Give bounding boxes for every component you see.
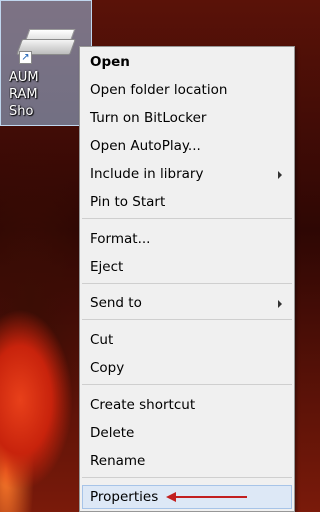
menu-item-create-shortcut[interactable]: Create shortcut	[82, 393, 292, 417]
context-menu: Open Open folder location Turn on BitLoc…	[79, 46, 295, 512]
menu-item-copy[interactable]: Copy	[82, 356, 292, 380]
menu-item-send-to[interactable]: Send to	[82, 291, 292, 315]
menu-separator	[82, 283, 292, 284]
menu-separator	[82, 218, 292, 219]
menu-item-open-folder-location[interactable]: Open folder location	[82, 78, 292, 102]
annotation-arrow-head-icon	[166, 492, 176, 502]
menu-separator	[82, 477, 292, 478]
menu-item-pin-to-start[interactable]: Pin to Start	[82, 190, 292, 214]
menu-item-format[interactable]: Format...	[82, 227, 292, 251]
menu-item-open-autoplay[interactable]: Open AutoPlay...	[82, 134, 292, 158]
menu-separator	[82, 384, 292, 385]
menu-item-include-in-library[interactable]: Include in library	[82, 162, 292, 186]
menu-item-eject[interactable]: Eject	[82, 255, 292, 279]
submenu-arrow-icon	[278, 300, 282, 308]
menu-item-rename[interactable]: Rename	[82, 449, 292, 473]
menu-item-open[interactable]: Open	[82, 50, 292, 74]
menu-item-delete[interactable]: Delete	[82, 421, 292, 445]
menu-item-send-to-label: Send to	[90, 295, 142, 311]
submenu-arrow-icon	[278, 171, 282, 179]
shortcut-arrow-icon: ↗	[19, 51, 32, 64]
desktop-icon-label: AUM RAM Sho	[9, 70, 39, 119]
annotation-arrow-line	[175, 496, 247, 498]
menu-item-turn-on-bitlocker[interactable]: Turn on BitLocker	[82, 106, 292, 130]
menu-separator	[82, 319, 292, 320]
menu-item-include-in-library-label: Include in library	[90, 166, 204, 182]
menu-item-cut[interactable]: Cut	[82, 328, 292, 352]
